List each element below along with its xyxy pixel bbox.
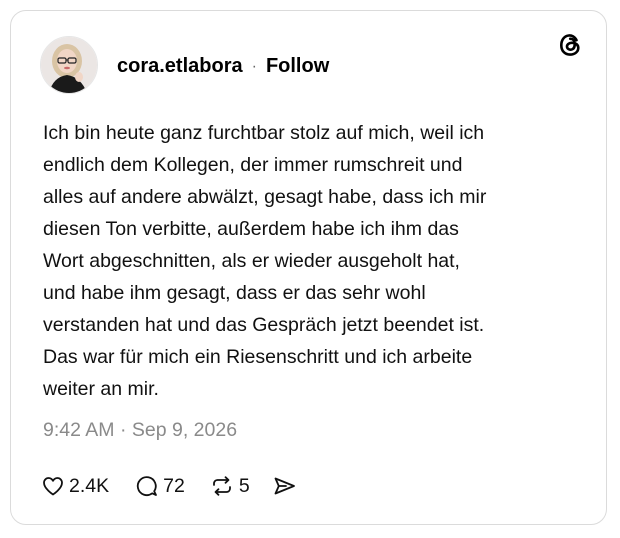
repost-button[interactable]: 5 [209, 474, 250, 498]
like-button[interactable]: 2.4K [41, 474, 109, 498]
reply-button[interactable]: 72 [135, 474, 185, 498]
follow-button[interactable]: Follow [266, 55, 329, 78]
post-text-line: Wort abgeschnitten, als er wieder ausgeh… [43, 250, 460, 272]
post-text-line: diesen Ton verbitte, außerdem habe ich i… [43, 218, 459, 240]
post-header: cora.etlabora · Follow [117, 55, 329, 78]
post-text-line: weiter an mir. [43, 378, 159, 400]
repost-icon [209, 474, 235, 498]
post-text-line: verstanden hat und das Gespräch jetzt be… [43, 314, 485, 336]
like-count: 2.4K [69, 474, 110, 497]
share-button[interactable] [272, 474, 298, 498]
post-text-line: alles auf andere abwälzt, gesagt habe, d… [43, 186, 487, 208]
username-link[interactable]: cora.etlabora [117, 55, 243, 78]
post-text-line: Das war für mich ein Riesenschritt und i… [43, 346, 473, 368]
action-bar: 2.4K 72 5 [41, 470, 298, 502]
reply-count: 72 [163, 474, 185, 497]
post-timestamp[interactable]: 9:42 AM · Sep 9, 2026 [43, 419, 237, 442]
repost-count: 5 [238, 474, 250, 497]
post-text-line: und habe ihm gesagt, dass er das sehr wo… [43, 282, 426, 304]
header-separator: · [251, 57, 257, 75]
threads-logo-icon[interactable] [556, 31, 584, 59]
comment-icon [135, 474, 159, 498]
heart-icon [41, 474, 65, 498]
post-text-line: Ich bin heute ganz furchtbar stolz auf m… [43, 122, 485, 144]
send-icon [272, 474, 298, 498]
avatar[interactable] [40, 36, 98, 94]
post-text-line: endlich dem Kollegen, der immer rumschre… [43, 154, 463, 176]
post-card: cora.etlabora · Follow Ich bin heute gan… [10, 10, 607, 525]
post-text: Ich bin heute ganz furchtbar stolz auf m… [43, 117, 583, 405]
